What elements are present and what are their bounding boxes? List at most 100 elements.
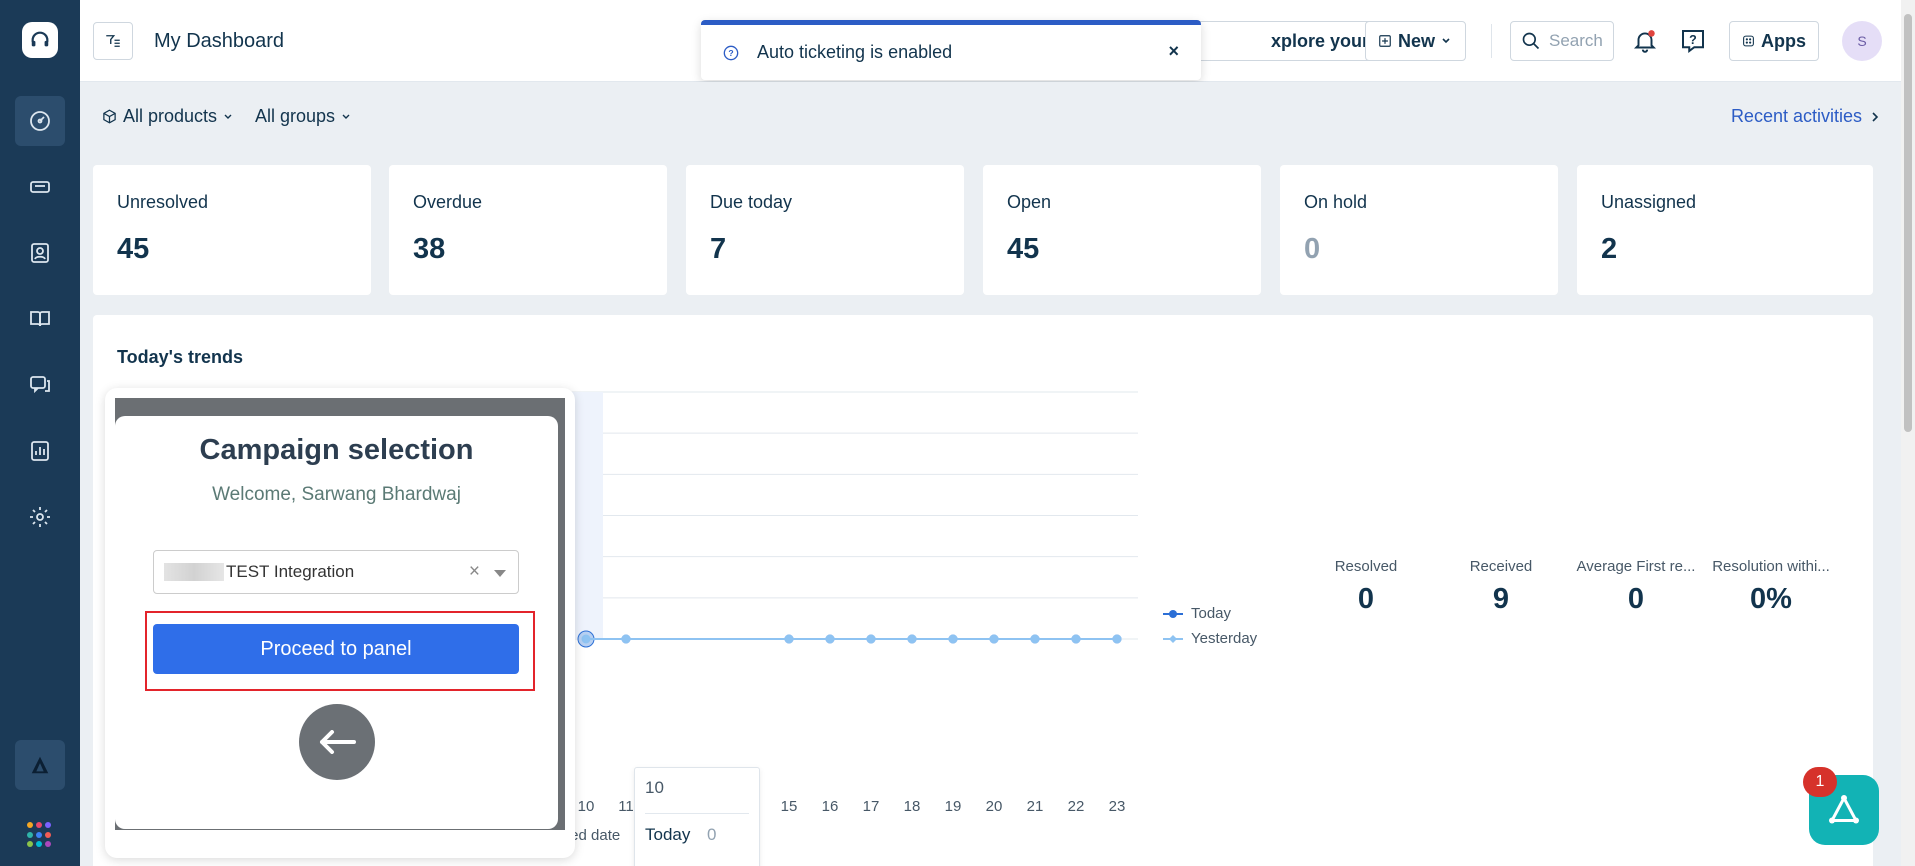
nav-dashboard[interactable]	[15, 96, 65, 146]
gear-icon	[30, 507, 50, 527]
back-button[interactable]	[299, 704, 375, 780]
campaign-welcome: Welcome, Sarwang Bhardwaj	[212, 484, 461, 505]
notifications-button[interactable]	[1628, 24, 1662, 58]
stat-value: 2	[1601, 233, 1618, 265]
data-point[interactable]	[907, 634, 917, 644]
x-tick-label: 22	[1068, 798, 1085, 815]
tooltip-series: Today	[645, 825, 691, 844]
left-nav	[0, 0, 80, 866]
metric-received: Received 9	[1436, 558, 1566, 616]
data-point[interactable]	[1071, 634, 1081, 644]
data-point[interactable]	[784, 634, 794, 644]
chevron-down-icon	[1442, 38, 1450, 44]
data-point[interactable]	[866, 634, 876, 644]
ai-triangle-icon	[31, 756, 49, 774]
app-logo[interactable]	[22, 22, 58, 58]
stat-card-open[interactable]: Open 45	[983, 165, 1261, 295]
stat-label: Overdue	[413, 192, 483, 212]
nav-tickets[interactable]	[15, 162, 65, 212]
legend-line-today-icon	[1163, 609, 1183, 618]
x-tick-label: 20	[986, 798, 1003, 815]
contacts-icon	[31, 243, 49, 263]
stat-card-unassigned[interactable]: Unassigned 2	[1577, 165, 1873, 295]
recent-activities-label: Recent activities	[1730, 106, 1862, 126]
recent-activities-link[interactable]: Recent activities	[1731, 106, 1880, 127]
x-tick-label: 21	[1027, 798, 1044, 815]
help-icon: ?	[1682, 30, 1704, 53]
nav-contacts[interactable]	[15, 228, 65, 278]
stat-card-on-hold[interactable]: On hold 0	[1280, 165, 1558, 295]
filter-toggle-button[interactable]	[93, 22, 133, 60]
x-tick-label: 23	[1109, 798, 1126, 815]
search-input[interactable]: Search	[1510, 21, 1614, 61]
legend-item-yesterday[interactable]: Yesterday	[1163, 630, 1257, 647]
stat-label: Open	[1007, 192, 1052, 212]
nav-reports[interactable]	[15, 426, 65, 476]
toast-close-button[interactable]: ×	[1168, 41, 1179, 62]
data-point[interactable]	[621, 634, 631, 644]
headset-icon	[31, 31, 49, 47]
data-point[interactable]	[581, 634, 591, 644]
new-button[interactable]: New	[1365, 21, 1466, 61]
nav-solutions[interactable]	[15, 294, 65, 344]
svg-text:?: ?	[1689, 33, 1697, 47]
new-button-label: New	[1398, 30, 1436, 51]
data-point[interactable]	[1112, 634, 1122, 644]
campaign-title: Campaign selection	[199, 434, 474, 466]
clear-selection-button[interactable]: ×	[469, 561, 480, 583]
info-question-icon: ?	[723, 45, 739, 60]
chevron-down-icon	[342, 114, 350, 119]
legend-item-today[interactable]: Today	[1163, 605, 1257, 622]
products-dropdown[interactable]: All products	[102, 106, 233, 127]
campaign-selected-value: TEST Integration	[226, 562, 355, 581]
apps-icon	[1743, 35, 1754, 47]
data-point[interactable]	[948, 634, 958, 644]
arrow-left-icon	[320, 730, 356, 754]
nav-forums[interactable]	[15, 360, 65, 410]
network-triangle-icon	[1829, 794, 1859, 824]
search-icon	[1522, 32, 1540, 50]
data-point[interactable]	[989, 634, 999, 644]
data-point[interactable]	[1030, 634, 1040, 644]
legend-label: Yesterday	[1191, 630, 1258, 647]
apps-button[interactable]: Apps	[1729, 21, 1819, 61]
avatar[interactable]: S	[1842, 21, 1882, 61]
reports-icon	[31, 441, 49, 461]
x-tick-label: 17	[863, 798, 880, 815]
x-tick-label: 16	[822, 798, 839, 815]
x-tick-label: 19	[945, 798, 962, 815]
book-icon	[30, 311, 50, 327]
proceed-to-panel-button[interactable]: Proceed to panel	[153, 624, 519, 674]
stat-card-unresolved[interactable]: Unresolved 45	[93, 165, 371, 295]
chat-icon	[30, 376, 50, 394]
tooltip-value: 0	[707, 825, 717, 844]
toast-message: Auto ticketing is enabled	[757, 42, 953, 62]
nav-admin[interactable]	[15, 492, 65, 542]
campaign-select[interactable]: TEST Integration ×	[153, 550, 519, 594]
groups-dropdown[interactable]: All groups	[255, 106, 351, 127]
svg-text:?: ?	[728, 48, 733, 58]
app-switcher-icon[interactable]	[27, 822, 53, 848]
dropdown-caret-icon[interactable]	[494, 570, 506, 577]
page-scrollbar[interactable]	[1901, 0, 1915, 866]
legend-line-yesterday-icon	[1163, 634, 1183, 643]
chevron-right-icon	[1872, 111, 1879, 122]
data-point[interactable]	[825, 634, 835, 644]
legend-label: Today	[1191, 605, 1232, 622]
tooltip-hour: 10	[645, 778, 664, 797]
metric-value: 0	[1357, 583, 1375, 615]
nav-freddy[interactable]	[15, 740, 65, 790]
x-tick-label: 18	[904, 798, 921, 815]
help-button[interactable]: ?	[1676, 24, 1710, 58]
chart-tooltip: 10 Today 0	[634, 767, 760, 866]
stat-label: Unassigned	[1601, 192, 1697, 212]
toast-notification: ? Auto ticketing is enabled ×	[701, 20, 1201, 80]
scrollbar-thumb[interactable]	[1904, 14, 1912, 432]
header-divider	[1491, 24, 1492, 58]
stat-card-due-today[interactable]: Due today 7	[686, 165, 964, 295]
stat-card-overdue[interactable]: Overdue 38	[389, 165, 667, 295]
cube-icon	[103, 109, 116, 124]
metric-avg-first-response: Average First re... 0	[1571, 558, 1701, 616]
metric-label: Average First re...	[1576, 558, 1696, 575]
filter-bar: All products All groups Recent activitie…	[80, 82, 1915, 152]
